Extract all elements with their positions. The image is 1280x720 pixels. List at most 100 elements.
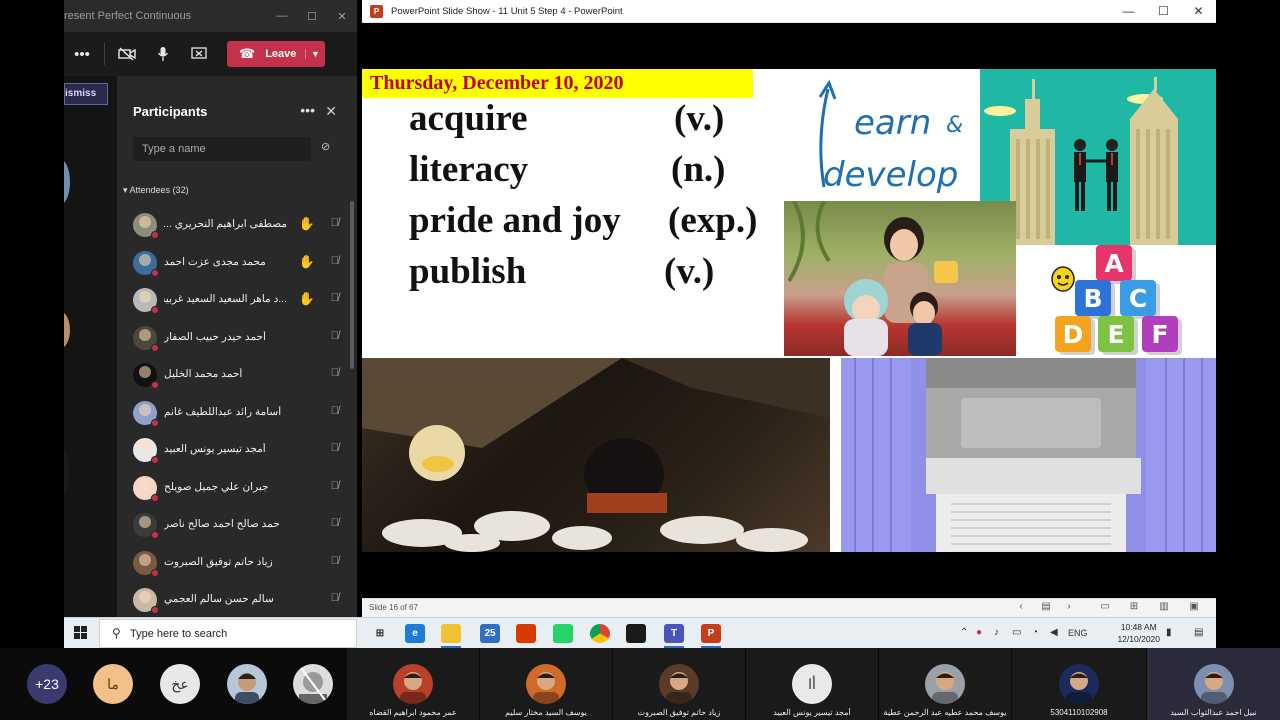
presence-dot	[151, 306, 159, 314]
whatsapp-icon[interactable]	[553, 624, 573, 643]
mic-muted-icon[interactable]: 🎙̸	[331, 555, 339, 567]
taskbar-search-box[interactable]: ⚲ Type here to search	[99, 619, 357, 648]
attendee-row[interactable]: ...د ماهر السعيد السعيد غربيه ✋ 🎙̸	[117, 284, 357, 322]
learn-text: earn	[854, 103, 932, 143]
video-tile[interactable]: عمر محمود ابراهيم القضاه	[347, 648, 479, 720]
attendee-name: زياد حاتم توفيق الصبروت	[164, 555, 273, 568]
mic-muted-icon[interactable]: 🎙̸	[331, 517, 339, 529]
taskbar-clock[interactable]: 10:48 AM 12/10/2020	[1117, 621, 1160, 645]
chevron-down-icon[interactable]: ▼	[305, 49, 325, 59]
family-photo	[784, 201, 1016, 356]
microphone-icon[interactable]	[145, 38, 181, 70]
avatar[interactable]: ما	[93, 664, 133, 704]
raised-hand-icon: ✋	[298, 291, 315, 306]
mic-muted-icon[interactable]: 🎙̸	[331, 217, 339, 229]
attendee-row[interactable]: حمد صالح احمد صالح ناصر 🎙̸	[117, 509, 357, 547]
chrome-icon[interactable]	[590, 624, 610, 643]
mail-icon[interactable]: 25	[480, 624, 500, 643]
share-screen-icon[interactable]	[181, 38, 217, 70]
slide-sorter-icon[interactable]: ⊞	[1127, 601, 1141, 615]
photos-icon[interactable]	[626, 624, 646, 643]
next-slide-icon[interactable]: ›	[1062, 601, 1076, 615]
notifications-icon[interactable]: ▤	[1194, 627, 1203, 638]
attendee-name: جبران علي جميل صويلح	[164, 480, 269, 493]
mic-muted-icon[interactable]: 🎙̸	[331, 592, 339, 604]
avatar	[1059, 664, 1099, 704]
mic-muted-icon[interactable]: 🎙̸	[331, 405, 339, 417]
attendee-row[interactable]: أحمد حيدر حبيب الصفار 🎙̸	[117, 322, 357, 360]
video-tile[interactable]: أا أمجد تيسير يونس العبيد	[746, 648, 878, 720]
leave-button[interactable]: ☎ Leave ▼	[227, 41, 325, 67]
more-options-icon[interactable]: •••	[300, 102, 315, 118]
avatar[interactable]: عخ	[160, 664, 200, 704]
maximize-button[interactable]: ☐	[1146, 4, 1181, 18]
minimize-button[interactable]: —	[267, 10, 297, 22]
avatar[interactable]	[227, 664, 267, 704]
office-icon[interactable]	[516, 624, 536, 643]
attendee-row[interactable]: جبران علي جميل صويلح 🎙̸	[117, 472, 357, 510]
mic-muted-icon[interactable]: 🎙̸	[331, 480, 339, 492]
mic-muted-icon[interactable]: 🎙̸	[331, 442, 339, 454]
battery-icon[interactable]: ▭	[1012, 627, 1021, 638]
search-name-input[interactable]	[133, 137, 311, 161]
attendee-row[interactable]: أحمد محمد الخليل 🎙̸	[117, 359, 357, 397]
attendee-name: أحمد محمد الخليل	[164, 368, 243, 380]
video-tile[interactable]: زياد حاتم توفيق الصبروت	[613, 648, 745, 720]
attendee-row[interactable]: سالم حسن سالم العجمي 🎙̸	[117, 584, 357, 617]
dismiss-button[interactable]: ismiss	[64, 83, 108, 105]
attendee-row[interactable]: أسامة رائد عبداللطيف غانم 🎙̸	[117, 397, 357, 435]
task-view-icon[interactable]: ⊞	[370, 624, 390, 643]
minimize-button[interactable]: —	[1111, 4, 1146, 18]
attendee-row[interactable]: محمد مجدى عزت احمد ✋ 🎙̸	[117, 247, 357, 285]
scrollbar[interactable]	[350, 201, 354, 369]
attendee-row[interactable]: زياد حاتم توفيق الصبروت 🎙̸	[117, 547, 357, 585]
close-button[interactable]: ✕	[327, 10, 357, 23]
mic-muted-icon[interactable]: 🎙̸	[331, 367, 339, 379]
camera-off-icon[interactable]	[109, 38, 145, 70]
mic-muted-icon[interactable]: 🎙̸	[331, 255, 339, 267]
attendee-row[interactable]: مصطفى ابراهيم النحريري ... ✋ 🎙̸	[117, 209, 357, 247]
teams-status-icon[interactable]: ●	[976, 627, 982, 638]
powerpoint-icon[interactable]: P	[701, 624, 721, 643]
more-options-icon[interactable]: •••	[64, 38, 100, 70]
video-tile[interactable]: 5304110102908	[1012, 648, 1146, 720]
share-link-icon[interactable]: ⊘	[321, 140, 330, 153]
more-participants-badge[interactable]: +23	[27, 664, 67, 704]
chevron-up-icon[interactable]: ⌃	[960, 627, 968, 638]
reading-view-icon[interactable]: ▥	[1157, 601, 1171, 615]
windows-taskbar: ⚲ Type here to search ⊞ e 25 T P ⌃ ● ♪ ▭ ◔ ◀…	[64, 617, 1216, 648]
windows-start-icon[interactable]	[74, 626, 88, 640]
previous-slide-icon[interactable]: ‹	[1014, 601, 1028, 615]
vocab-word: literacy	[409, 149, 529, 190]
meet-now-icon[interactable]: ▮	[1166, 627, 1172, 638]
avatar	[1193, 664, 1234, 704]
teams-icon[interactable]: T	[664, 624, 684, 643]
microphone-icon[interactable]: ♪	[994, 627, 999, 638]
maximize-button[interactable]: ☐	[297, 10, 327, 23]
edge-icon[interactable]: e	[405, 624, 425, 643]
block-letter: B	[1075, 280, 1111, 316]
attendee-row[interactable]: أمجد تيسير يونس العبيد 🎙̸	[117, 434, 357, 472]
mic-muted-icon[interactable]: 🎙̸	[331, 292, 339, 304]
close-button[interactable]: ✕	[1181, 4, 1216, 18]
vocab-pos: (v.)	[664, 251, 715, 292]
wifi-icon[interactable]: ◔	[1032, 627, 1038, 638]
video-tile[interactable]: يوسف السيد مختار سليم	[480, 648, 612, 720]
mic-muted-icon[interactable]: 🎙̸	[331, 330, 339, 342]
attendee-name: أحمد حيدر حبيب الصفار	[164, 330, 266, 343]
normal-view-icon[interactable]: ▭	[1098, 601, 1112, 615]
language-indicator[interactable]: ENG	[1068, 628, 1088, 638]
slide-show-area[interactable]: Thursday, December 10, 2020 acquire (v.)…	[362, 23, 1216, 598]
volume-icon[interactable]: ◀	[1050, 627, 1058, 638]
avatar[interactable]	[293, 664, 333, 704]
attendees-header[interactable]: ▾ Attendees (32)	[123, 185, 189, 196]
slide-menu-icon[interactable]: ▤	[1039, 601, 1053, 615]
file-explorer-icon[interactable]	[441, 624, 461, 643]
close-icon[interactable]: ✕	[325, 103, 337, 120]
teams-window: resent Perfect Continuous — ☐ ✕ ••• ☎ Le…	[64, 0, 357, 617]
participant-name: عمر محمود ابراهيم القضاه	[369, 708, 457, 717]
video-tile[interactable]: يوسف محمد عطيه عبد الرحمن عطية	[879, 648, 1011, 720]
video-tile[interactable]: نبيل احمد عبدالتواب السيد	[1147, 648, 1280, 720]
avatar	[659, 664, 699, 704]
slide-show-view-icon[interactable]: ▣	[1187, 601, 1201, 615]
